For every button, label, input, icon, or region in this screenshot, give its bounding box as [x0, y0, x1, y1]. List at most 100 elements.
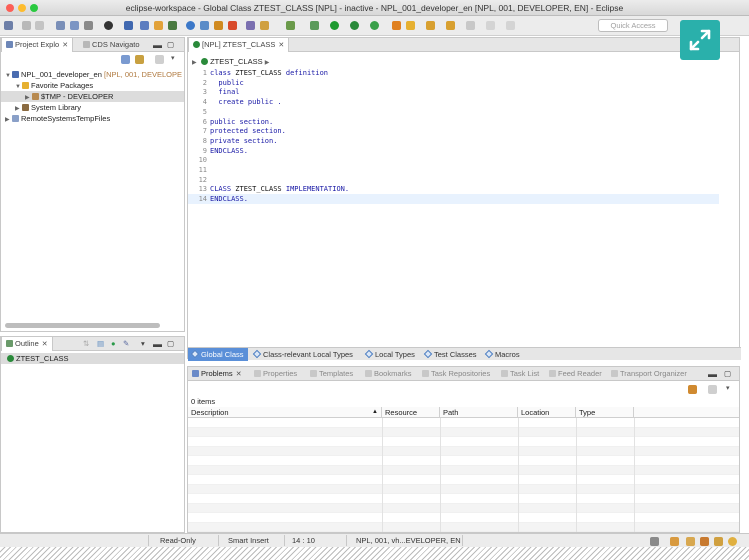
tab-problems[interactable]: Problems ✕: [192, 367, 242, 381]
external-tools-icon[interactable]: [286, 21, 295, 30]
quick-access-field[interactable]: Quick Access: [598, 19, 668, 32]
tab-task-list[interactable]: Task List: [501, 367, 539, 381]
history-icon[interactable]: [686, 537, 695, 546]
code-editor[interactable]: 1 class ZTEST_CLASS definition 2 public 3 f…: [188, 69, 741, 349]
focus-icon[interactable]: [155, 55, 164, 64]
minimize-icon[interactable]: ▬: [153, 38, 162, 52]
outline-item[interactable]: ZTEST_CLASS: [1, 353, 184, 364]
sort-icon[interactable]: ⇅: [83, 337, 89, 351]
line-number: 14: [198, 195, 207, 204]
status-divider: [218, 535, 219, 546]
view-menu-icon[interactable]: ▾: [726, 384, 730, 392]
check-icon[interactable]: [124, 21, 133, 30]
maximize-icon[interactable]: ▢: [167, 38, 174, 52]
tree-item-tmp-package[interactable]: ▶ $TMP - DEVELOPER: [1, 91, 184, 102]
debug-green-icon[interactable]: [350, 21, 359, 30]
tree-item-system-library[interactable]: ▶ System Library: [15, 102, 81, 113]
status-connection: NPL, 001, vh...EVELOPER, EN: [356, 536, 461, 545]
close-icon[interactable]: ✕: [278, 42, 284, 49]
tab-properties[interactable]: Properties: [254, 367, 297, 381]
close-icon[interactable]: ✕: [62, 42, 68, 49]
build-icon[interactable]: [214, 21, 223, 30]
configure-filter-icon[interactable]: [688, 385, 697, 394]
tab-test-classes[interactable]: Test Classes: [423, 348, 477, 361]
tab-local-types[interactable]: Local Types: [364, 348, 415, 361]
notifications-icon[interactable]: [728, 537, 737, 546]
adt-link-icon[interactable]: [70, 21, 79, 30]
column-path[interactable]: Path: [440, 407, 518, 418]
open-object-icon[interactable]: [140, 21, 149, 30]
activate-icon[interactable]: [104, 21, 113, 30]
next-annotation-icon[interactable]: [426, 21, 435, 30]
tab-outline[interactable]: Outline ✕: [1, 337, 53, 351]
column-location[interactable]: Location: [518, 407, 576, 418]
problems-view-toolbar: ▾: [188, 382, 739, 396]
tab-macros[interactable]: Macros: [484, 348, 520, 361]
search-icon[interactable]: [168, 21, 177, 30]
status-insert-mode[interactable]: Smart Insert: [228, 536, 269, 545]
tree-item-remote-files[interactable]: ▶ RemoteSystemsTempFiles: [5, 113, 110, 124]
marker-icon[interactable]: [406, 21, 415, 30]
tab-global-class[interactable]: Global Class: [188, 348, 248, 361]
feed-icon[interactable]: [700, 537, 709, 546]
tab-class-relevant-local-types[interactable]: Class-relevant Local Types: [252, 348, 353, 361]
green-dot-icon[interactable]: ●: [111, 337, 116, 351]
tab-task-repositories[interactable]: Task Repositories: [422, 367, 490, 381]
run-green-icon[interactable]: [330, 21, 339, 30]
link-editor-icon[interactable]: [135, 55, 144, 64]
save-all-icon[interactable]: [35, 21, 44, 30]
tab-bookmarks[interactable]: Bookmarks: [365, 367, 412, 381]
trim-icon[interactable]: [650, 537, 659, 546]
code-line: 2 public: [188, 79, 244, 89]
close-icon[interactable]: ✕: [42, 341, 48, 348]
code-line: 5: [188, 108, 210, 118]
stop-icon[interactable]: [228, 21, 237, 30]
tab-cds-navigator[interactable]: CDS Navigato: [83, 38, 140, 52]
collapse-all-icon[interactable]: [121, 55, 130, 64]
filter-icon[interactable]: ▤: [97, 337, 104, 351]
tab-transport-organizer[interactable]: Transport Organizer: [611, 367, 687, 381]
minimize-icon[interactable]: ▬: [153, 337, 162, 351]
tab-feed-reader[interactable]: Feed Reader: [549, 367, 602, 381]
print-icon[interactable]: [84, 21, 93, 30]
new-icon[interactable]: [4, 21, 13, 30]
forward-icon[interactable]: [486, 21, 495, 30]
focus-icon[interactable]: [708, 385, 717, 394]
last-edit-icon[interactable]: [506, 21, 515, 30]
highlight-icon[interactable]: [260, 21, 269, 30]
view-menu-icon[interactable]: ▾: [171, 54, 175, 62]
console-icon[interactable]: [670, 537, 679, 546]
expand-fullscreen-button[interactable]: [680, 20, 720, 60]
tree-item-project[interactable]: ▼ NPL_001_developer_en [NPL, 001, DEVELOP…: [5, 69, 182, 80]
package-icon[interactable]: [154, 21, 163, 30]
column-description[interactable]: Description ▲: [188, 407, 382, 418]
open-type-icon[interactable]: [56, 21, 65, 30]
minimize-icon[interactable]: ▬: [708, 367, 717, 381]
problems-icon: [192, 370, 199, 377]
back-icon[interactable]: [466, 21, 475, 30]
prev-annotation-icon[interactable]: [446, 21, 455, 30]
hide-fields-icon[interactable]: ✎: [123, 337, 129, 351]
tab-templates[interactable]: Templates: [310, 367, 353, 381]
maximize-icon[interactable]: ▢: [167, 337, 174, 351]
column-resource[interactable]: Resource: [382, 407, 440, 418]
column-type[interactable]: Type: [576, 407, 634, 418]
save-icon[interactable]: [22, 21, 31, 30]
tree-item-favorite-packages[interactable]: ▼ Favorite Packages: [15, 80, 93, 91]
pin-icon[interactable]: [246, 21, 255, 30]
coverage-icon[interactable]: [370, 21, 379, 30]
maximize-icon[interactable]: ▢: [724, 367, 731, 381]
horizontal-scrollbar[interactable]: [5, 323, 160, 328]
problems-tabbar: Problems ✕ Properties Templates Bookmarks…: [188, 367, 739, 381]
run-icon[interactable]: [186, 21, 195, 30]
tab-ztest-class[interactable]: [NPL] ZTEST_CLASS ✕: [188, 38, 290, 52]
close-icon[interactable]: ✕: [236, 371, 242, 378]
view-menu-icon[interactable]: ▾: [141, 337, 145, 351]
code-line: 7 protected section.: [188, 127, 286, 137]
tasks-icon[interactable]: [714, 537, 723, 546]
debug-icon[interactable]: [200, 21, 209, 30]
settings-icon[interactable]: [310, 21, 319, 30]
tab-project-explorer[interactable]: Project Explo ✕: [1, 38, 74, 52]
open-task-icon[interactable]: [392, 21, 401, 30]
breadcrumb[interactable]: ▶ ZTEST_CLASS ▶: [192, 56, 272, 67]
